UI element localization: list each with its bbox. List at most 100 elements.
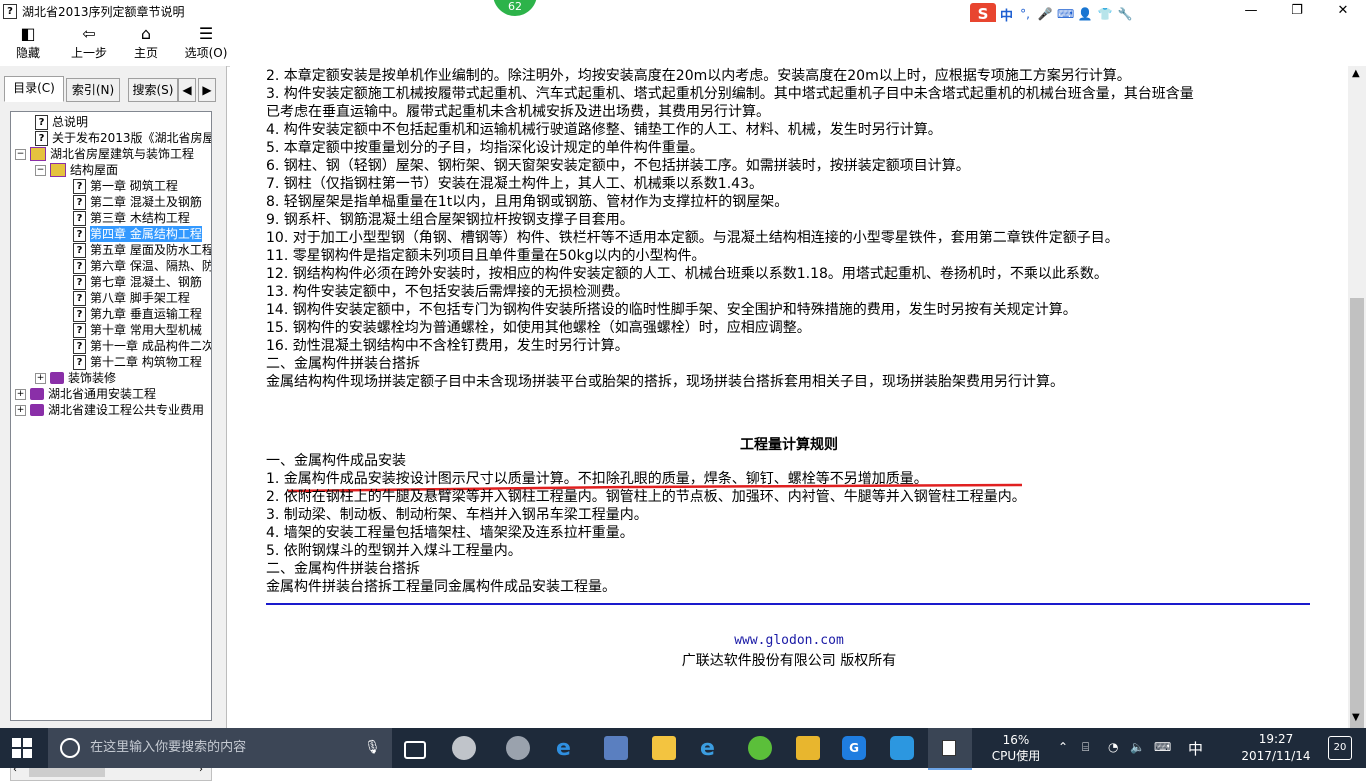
tab-search[interactable]: 搜索(S) <box>128 78 178 102</box>
tree-item[interactable]: ? 第十章 常用大型机械 <box>73 322 202 338</box>
expand-toggle[interactable]: + <box>15 404 26 416</box>
closed-book-icon <box>50 372 64 384</box>
keyboard-icon[interactable]: ⌨ <box>1057 7 1074 21</box>
notes-app-icon[interactable] <box>796 736 820 760</box>
content-line: 金属构件拼装台搭拆工程量同金属构件成品安装工程量。 <box>266 579 616 595</box>
tree-item[interactable]: ? 第五章 屋面及防水工程 <box>73 242 211 258</box>
collapse-toggle[interactable]: − <box>15 148 26 160</box>
tree-item[interactable]: ? 第一章 砌筑工程 <box>73 178 178 194</box>
hide-button[interactable]: ◧ 隐藏 <box>6 24 50 64</box>
cpu-meter[interactable]: 16% CPU使用 <box>990 732 1042 764</box>
close-button[interactable]: ✕ <box>1320 0 1366 22</box>
tab-scroll-right-icon[interactable]: ▶ <box>198 78 216 102</box>
tree-item[interactable]: ? 总说明 <box>35 114 88 130</box>
content-line: 10. 对于加工小型型钢（角钢、槽钢等）构件、铁栏杆等不适用本定额。与混凝土结构… <box>266 230 1119 246</box>
content-line: 5. 依附钢煤斗的型钢并入煤斗工程量内。 <box>266 543 522 559</box>
user-icon[interactable]: 👤 <box>1077 7 1093 21</box>
footer-link[interactable]: www.glodon.com <box>230 633 1348 648</box>
file-explorer-icon[interactable] <box>652 736 676 760</box>
taskbar: 在这里输入你要搜索的内容 🎙 e e G ? 16% CPU使用 ⌃ ⌸ ◔ 🔈… <box>0 728 1366 770</box>
taskbar-search[interactable]: 在这里输入你要搜索的内容 🎙 <box>48 728 392 768</box>
tree-item[interactable]: ? 第二章 混凝土及钢筋 <box>73 194 202 210</box>
topic-content: 2. 本章定额安装是按单机作业编制的。除注明外，均按安装高度在20m以内考虑。安… <box>230 66 1348 728</box>
hide-label: 隐藏 <box>15 46 40 60</box>
punctuation-icon[interactable]: °, <box>1017 7 1033 21</box>
open-book-icon <box>50 163 66 177</box>
notification-center-icon[interactable]: 20 <box>1328 736 1352 760</box>
ie-browser-icon[interactable]: e <box>700 736 724 761</box>
scrollbar-thumb[interactable] <box>1350 298 1364 758</box>
options-icon: ☰ <box>198 24 214 43</box>
content-vertical-scrollbar[interactable]: ▲ ▼ <box>1348 66 1366 758</box>
tree-item[interactable]: − 结构屋面 <box>35 162 118 178</box>
glodon-g-icon[interactable]: G <box>842 736 866 760</box>
performance-badge[interactable]: 62 <box>493 0 537 16</box>
tree-item[interactable]: ? 关于发布2013版《湖北省房屋 <box>35 130 211 146</box>
green-app-icon[interactable] <box>748 736 772 760</box>
fan-app-icon[interactable] <box>452 736 476 760</box>
contents-tree[interactable]: ? 总说明 ? 关于发布2013版《湖北省房屋 − 湖北省房屋建筑与装饰工程 − 结构屋… <box>10 111 212 721</box>
tree-item[interactable]: ? 第六章 保温、隔热、防 <box>73 258 211 274</box>
help-app-taskbar-button[interactable]: ? <box>928 728 972 770</box>
volume-icon[interactable]: 🔈 <box>1130 740 1145 754</box>
closed-book-icon <box>30 404 44 416</box>
scroll-down-icon[interactable]: ▼ <box>1352 712 1360 723</box>
home-button[interactable]: ⌂ 主页 <box>126 24 166 64</box>
tree-item[interactable]: ? 第八章 脚手架工程 <box>73 290 190 306</box>
tree-item[interactable]: + 装饰装修 <box>35 370 116 386</box>
tree-item[interactable]: ? 第七章 混凝土、钢筋 <box>73 274 202 290</box>
tree-item[interactable]: + 湖北省建设工程公共专业费用 <box>15 402 204 418</box>
edge-browser-icon[interactable]: e <box>556 736 580 761</box>
help-page-icon: ? <box>73 354 86 370</box>
section-heading: 二、金属构件拼装台搭拆 <box>266 356 420 372</box>
network-icon[interactable]: ⌸ <box>1082 740 1089 755</box>
tree-item[interactable]: ? 第十一章 成品构件二次 <box>73 338 211 354</box>
help-page-icon: ? <box>73 274 86 290</box>
expand-toggle[interactable]: + <box>15 388 26 400</box>
chevron-up-icon[interactable]: ⌃ <box>1058 740 1068 754</box>
tree-item[interactable]: − 湖北省房屋建筑与装饰工程 <box>15 146 194 162</box>
hide-panel-icon: ◧ <box>20 24 36 43</box>
tree-item[interactable]: ? 第三章 木结构工程 <box>73 210 190 226</box>
store-icon[interactable] <box>604 736 628 760</box>
tab-index[interactable]: 索引(N) <box>66 78 120 102</box>
minimize-button[interactable]: — <box>1228 0 1274 22</box>
closed-book-icon <box>30 388 44 400</box>
ime-indicator[interactable]: 中 <box>1188 738 1203 759</box>
content-line: 金属结构构件现场拼装定额子目中未含现场拼装平台或胎架的搭拆，现场拼装台搭拆套用相… <box>266 374 1064 390</box>
task-view-icon[interactable] <box>404 741 426 759</box>
tab-contents[interactable]: 目录(C) <box>4 76 64 102</box>
restore-button[interactable]: ❐ <box>1274 0 1320 22</box>
tree-item-selected[interactable]: ? 第四章 金属结构工程 <box>73 226 202 242</box>
help-page-icon: ? <box>73 210 86 226</box>
windows-start-icon[interactable] <box>12 738 32 758</box>
expand-toggle[interactable]: + <box>35 372 46 384</box>
clock-date: 2017/11/14 <box>1241 749 1311 763</box>
content-line: 4. 墙架的安装工程量包括墙架柱、墙架梁及连系拉杆重量。 <box>266 525 634 541</box>
wrench-icon[interactable]: 🔧 <box>1117 7 1133 21</box>
skin-icon[interactable]: 👕 <box>1097 7 1113 21</box>
content-line: 13. 构件安装定额中，不包括安装后需焊接的无损检测费。 <box>266 284 629 300</box>
help-page-icon: ? <box>942 740 956 756</box>
microphone-icon[interactable]: 🎤 <box>1037 7 1053 21</box>
clock[interactable]: 19:27 2017/11/14 <box>1236 731 1316 765</box>
tab-scroll-left-icon[interactable]: ◀ <box>178 78 196 102</box>
options-button[interactable]: ☰ 选项(O) <box>180 24 232 64</box>
wifi-icon[interactable]: ◔ <box>1108 740 1118 754</box>
collapse-toggle[interactable]: − <box>35 164 46 176</box>
help-page-icon: ? <box>35 130 48 146</box>
microphone-icon[interactable]: 🎙 <box>364 728 381 768</box>
ime-language-indicator[interactable]: 中 <box>1000 5 1013 24</box>
back-label: 上一步 <box>70 46 107 60</box>
plus-app-icon[interactable] <box>890 736 914 760</box>
footer-divider <box>266 603 1310 605</box>
tree-item[interactable]: + 湖北省通用安装工程 <box>15 386 156 402</box>
navigation-pane: 目录(C) 索引(N) 搜索(S) ◀ ▶ ? 总说明 ? 关于发布2013版《湖北… <box>0 66 227 781</box>
tree-item[interactable]: ? 第九章 垂直运输工程 <box>73 306 202 322</box>
swirl-app-icon[interactable] <box>506 736 530 760</box>
keyboard-icon[interactable]: ⌨ <box>1154 740 1171 754</box>
cpu-label: CPU使用 <box>991 749 1041 763</box>
scroll-up-icon[interactable]: ▲ <box>1352 68 1360 79</box>
tree-item[interactable]: ? 第十二章 构筑物工程 <box>73 354 202 370</box>
back-button[interactable]: ⇦ 上一步 <box>64 24 114 64</box>
